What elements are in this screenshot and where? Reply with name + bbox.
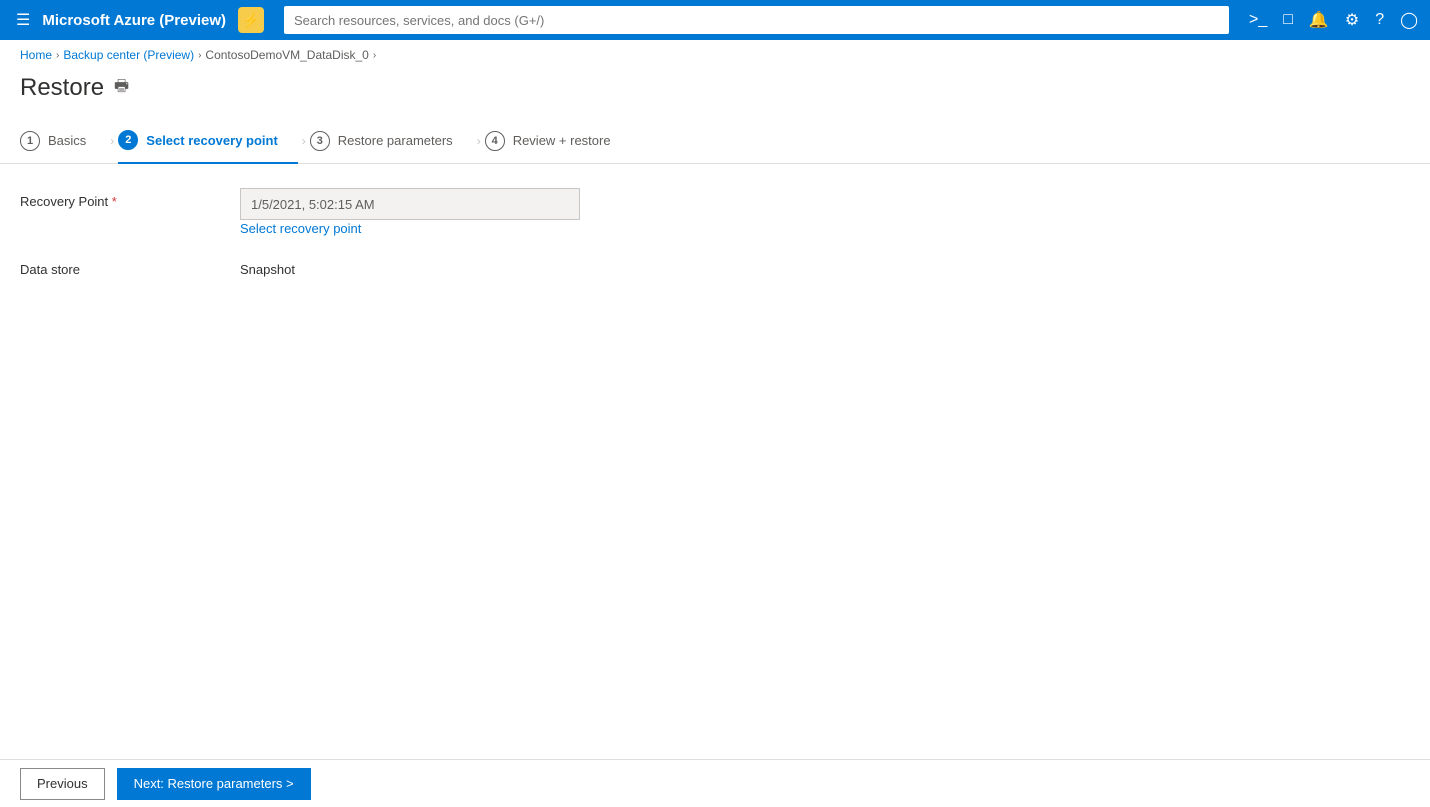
breadcrumb-backup-center[interactable]: Backup center (Preview) — [63, 48, 194, 62]
badge-icon: ⚡ — [242, 12, 259, 29]
recovery-point-label: Recovery Point * — [20, 188, 240, 209]
step-sep-2: › — [298, 134, 310, 148]
previous-button[interactable]: Previous — [20, 768, 105, 800]
recovery-point-input: 1/5/2021, 5:02:15 AM — [240, 188, 580, 220]
breadcrumb-sep-3: › — [373, 50, 376, 61]
search-container — [284, 6, 1229, 34]
step-number-4: 4 — [485, 131, 505, 151]
content-area: Recovery Point * 1/5/2021, 5:02:15 AM Se… — [0, 188, 1430, 277]
print-icon[interactable]: 🖶 — [114, 75, 129, 102]
required-indicator: * — [112, 194, 117, 209]
menu-icon[interactable]: ☰ — [12, 6, 34, 34]
select-recovery-point-link[interactable]: Select recovery point — [240, 221, 361, 236]
recovery-point-value: 1/5/2021, 5:02:15 AM — [251, 197, 375, 212]
settings-icon[interactable]: ⚙ — [1345, 10, 1359, 30]
breadcrumb: Home › Backup center (Preview) › Contoso… — [0, 40, 1430, 70]
step-label-3: Restore parameters — [338, 133, 453, 148]
topbar: ☰ Microsoft Azure (Preview) ⚡ >_ □ 🔔 ⚙ ?… — [0, 0, 1430, 40]
breadcrumb-sep-2: › — [198, 50, 201, 61]
app-title: Microsoft Azure (Preview) — [42, 12, 226, 29]
step-label-4: Review + restore — [513, 133, 611, 148]
step-label-1: Basics — [48, 133, 86, 148]
user-icon[interactable]: ◯ — [1400, 10, 1418, 30]
help-icon[interactable]: ? — [1375, 11, 1384, 29]
data-store-row: Data store Snapshot — [20, 256, 1410, 277]
page-title: Restore — [20, 74, 104, 102]
step-number-3: 3 — [310, 131, 330, 151]
recovery-point-control: 1/5/2021, 5:02:15 AM Select recovery poi… — [240, 188, 1410, 236]
wizard-step-recovery-point[interactable]: 2 Select recovery point — [118, 118, 298, 164]
footer: Previous Next: Restore parameters > — [0, 759, 1430, 807]
wizard-step-basics[interactable]: 1 Basics — [20, 119, 106, 163]
breadcrumb-home[interactable]: Home — [20, 48, 52, 62]
topbar-badge: ⚡ — [238, 7, 264, 33]
topbar-icons: >_ □ 🔔 ⚙ ? ◯ — [1249, 10, 1418, 30]
breadcrumb-sep-1: › — [56, 50, 59, 61]
notifications-icon[interactable]: 🔔 — [1309, 10, 1329, 30]
terminal-icon[interactable]: >_ — [1249, 11, 1267, 29]
search-input[interactable] — [284, 6, 1229, 34]
wizard-steps: 1 Basics › 2 Select recovery point › 3 R… — [0, 118, 1430, 164]
data-store-label: Data store — [20, 256, 240, 277]
portal-settings-icon[interactable]: □ — [1283, 11, 1293, 29]
breadcrumb-current: ContosoDemoVM_DataDisk_0 — [205, 48, 368, 62]
next-button[interactable]: Next: Restore parameters > — [117, 768, 311, 800]
step-label-2: Select recovery point — [146, 133, 278, 148]
data-store-value: Snapshot — [240, 256, 295, 277]
step-sep-1: › — [106, 134, 118, 148]
wizard-step-restore-params[interactable]: 3 Restore parameters — [310, 119, 473, 163]
step-number-1: 1 — [20, 131, 40, 151]
recovery-point-row: Recovery Point * 1/5/2021, 5:02:15 AM Se… — [20, 188, 1410, 236]
step-number-2: 2 — [118, 130, 138, 150]
step-sep-3: › — [473, 134, 485, 148]
page-header: Restore 🖶 — [0, 70, 1430, 118]
wizard-step-review[interactable]: 4 Review + restore — [485, 119, 631, 163]
